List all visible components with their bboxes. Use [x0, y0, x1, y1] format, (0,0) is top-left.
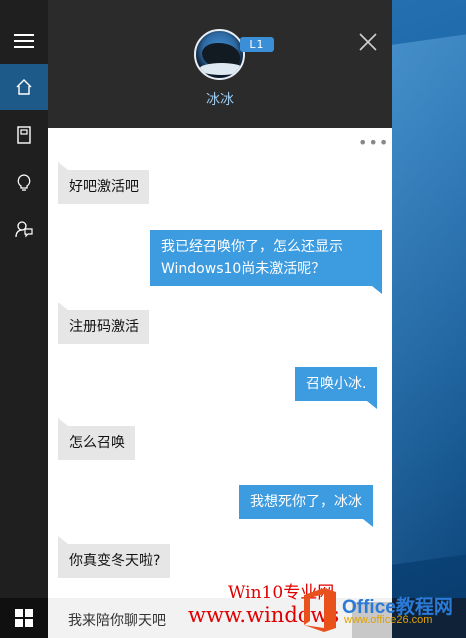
- bot-message: 好吧激活吧: [58, 162, 149, 204]
- cortana-sidebar: [0, 0, 48, 598]
- bot-message: 你真变冬天啦?: [58, 536, 171, 578]
- windows-logo-icon[interactable]: [0, 598, 48, 638]
- notebook-icon[interactable]: [0, 112, 48, 158]
- user-message: 召唤小冰.: [295, 367, 378, 409]
- user-message: 我想死你了，冰冰: [239, 485, 373, 527]
- more-options-icon[interactable]: •••: [358, 135, 389, 151]
- feedback-icon[interactable]: [0, 206, 48, 252]
- watermark-office-url: www.office26.com: [344, 614, 433, 626]
- bot-message: 注册码激活: [58, 302, 149, 344]
- cortana-chat-panel: L1 冰冰 ••• 好吧激活吧 我已经召唤你了，怎么还显示Windows10尚未…: [48, 0, 392, 598]
- chat-header: L1 冰冰: [48, 0, 392, 128]
- bot-name[interactable]: 冰冰: [48, 89, 392, 109]
- chat-input-placeholder[interactable]: 我来陪你聊天吧: [68, 610, 166, 630]
- user-message: 我已经召唤你了，怎么还显示Windows10尚未激活呢？: [150, 230, 382, 294]
- lightbulb-icon[interactable]: [0, 160, 48, 206]
- level-badge: L1: [240, 37, 274, 52]
- avatar-image-waves: [199, 63, 243, 75]
- hamburger-icon[interactable]: [0, 18, 48, 64]
- bot-avatar[interactable]: [194, 29, 245, 80]
- close-icon[interactable]: [358, 32, 378, 52]
- office-logo-icon: [300, 587, 340, 633]
- bot-message: 怎么召唤: [58, 418, 135, 460]
- home-icon[interactable]: [0, 64, 48, 110]
